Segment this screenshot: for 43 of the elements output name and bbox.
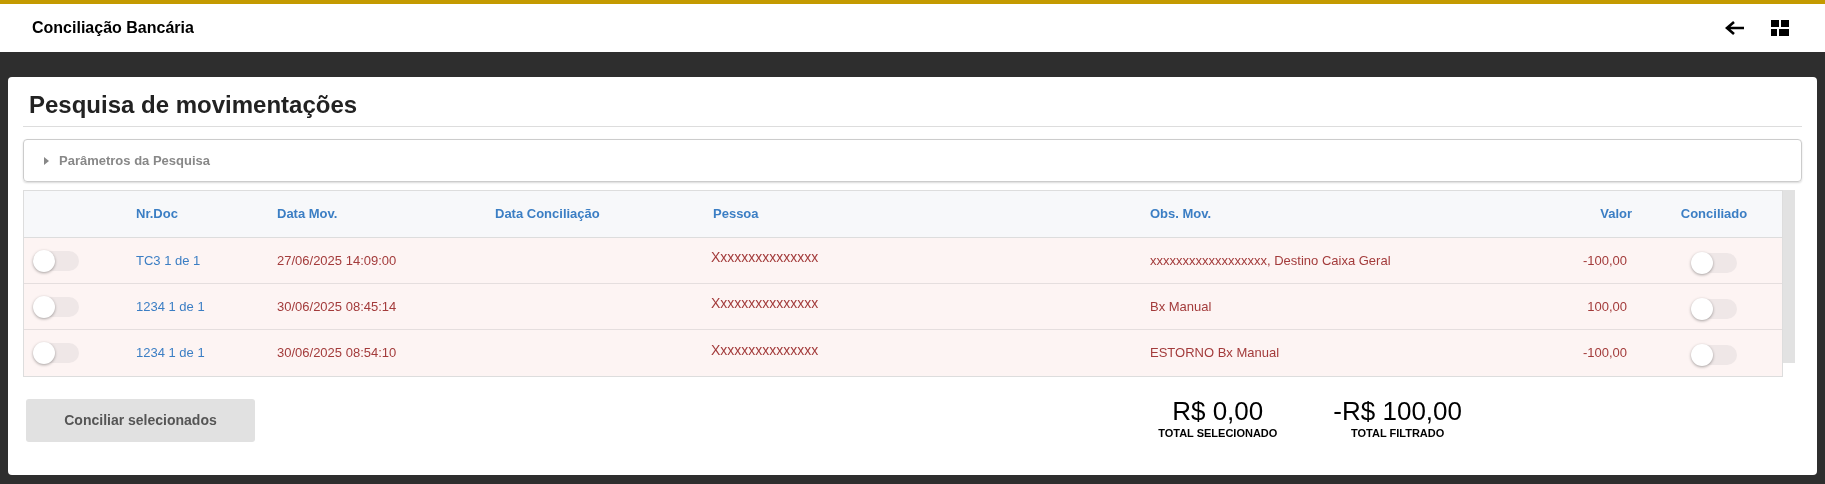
app-title: Conciliação Bancária (32, 18, 194, 38)
document-link[interactable]: 1234 1 de 1 (134, 296, 274, 317)
table-cell-text: ESTORNO Bx Manual (1150, 344, 1281, 363)
column-header: Data Mov. (276, 205, 339, 224)
document-link[interactable]: 1234 1 de 1 (134, 343, 274, 363)
toggle-switch[interactable] (33, 250, 79, 271)
page-title: Pesquisa de movimentações (23, 87, 1802, 127)
table-row[interactable]: TC3 1 de 1 27/06/2025 14:09:00 Xxxxxxxxxxxxxxx xxxxxxxxxxxxxxxxxx, Destino Caixa Geral -100,00 (24, 238, 1782, 284)
table-cell-text: 100,00 (1586, 297, 1628, 316)
total-label: TOTAL SELECIONADO (1158, 426, 1278, 441)
column-header: Obs. Mov. (1150, 205, 1213, 224)
table-cell-text: 27/06/2025 14:09:00 (276, 251, 398, 270)
document-link[interactable]: TC3 1 de 1 (134, 250, 274, 271)
toggle-switch[interactable] (1691, 298, 1737, 319)
search-parameters-panel[interactable]: Parâmetros da Pesquisa (23, 139, 1802, 182)
table-cell-text: 30/06/2025 08:54:10 (276, 344, 398, 363)
table-cell-text: Xxxxxxxxxxxxxxx (710, 294, 820, 313)
reconcile-selected-button[interactable]: Conciliar selecionados (26, 398, 255, 442)
caret-icon (44, 156, 49, 165)
table-cell-text: Xxxxxxxxxxxxxxx (710, 248, 820, 267)
column-header: Data Conciliação (494, 205, 601, 224)
toggle-switch[interactable] (1691, 252, 1737, 273)
back-arrow-icon[interactable] (1725, 20, 1745, 36)
scrollbar[interactable] (1783, 190, 1795, 363)
total-amount: -R$ 100,00 (1333, 397, 1462, 425)
grid-icon[interactable] (1771, 20, 1789, 36)
table-cell-text: 30/06/2025 08:45:14 (276, 297, 398, 316)
toggle-switch[interactable] (33, 343, 79, 363)
column-header: Conciliado (1679, 205, 1749, 224)
table-cell-text: xxxxxxxxxxxxxxxxxx, Destino Caixa Geral (1150, 251, 1392, 270)
table-row[interactable]: 1234 1 de 1 30/06/2025 08:45:14 Xxxxxxxxxxxxxxx Bx Manual 100,00 (24, 284, 1782, 330)
column-header: Nr.Doc (135, 205, 179, 224)
table-cell-text: Xxxxxxxxxxxxxxx (710, 340, 820, 360)
toggle-switch[interactable] (1691, 345, 1737, 365)
table-cell-text: -100,00 (1581, 251, 1628, 270)
table-cell-text: -100,00 (1581, 344, 1628, 363)
toggle-switch[interactable] (33, 296, 79, 317)
total-amount: R$ 0,00 (1172, 397, 1264, 425)
column-header: Pessoa (712, 205, 760, 224)
column-header: Valor (1599, 205, 1633, 224)
table-row[interactable]: 1234 1 de 1 30/06/2025 08:54:10 Xxxxxxxxxxxxxxx ESTORNO Bx Manual -100,00 (24, 330, 1782, 376)
total-label: TOTAL FILTRADO (1351, 426, 1445, 441)
table-cell-text: Bx Manual (1150, 297, 1213, 316)
